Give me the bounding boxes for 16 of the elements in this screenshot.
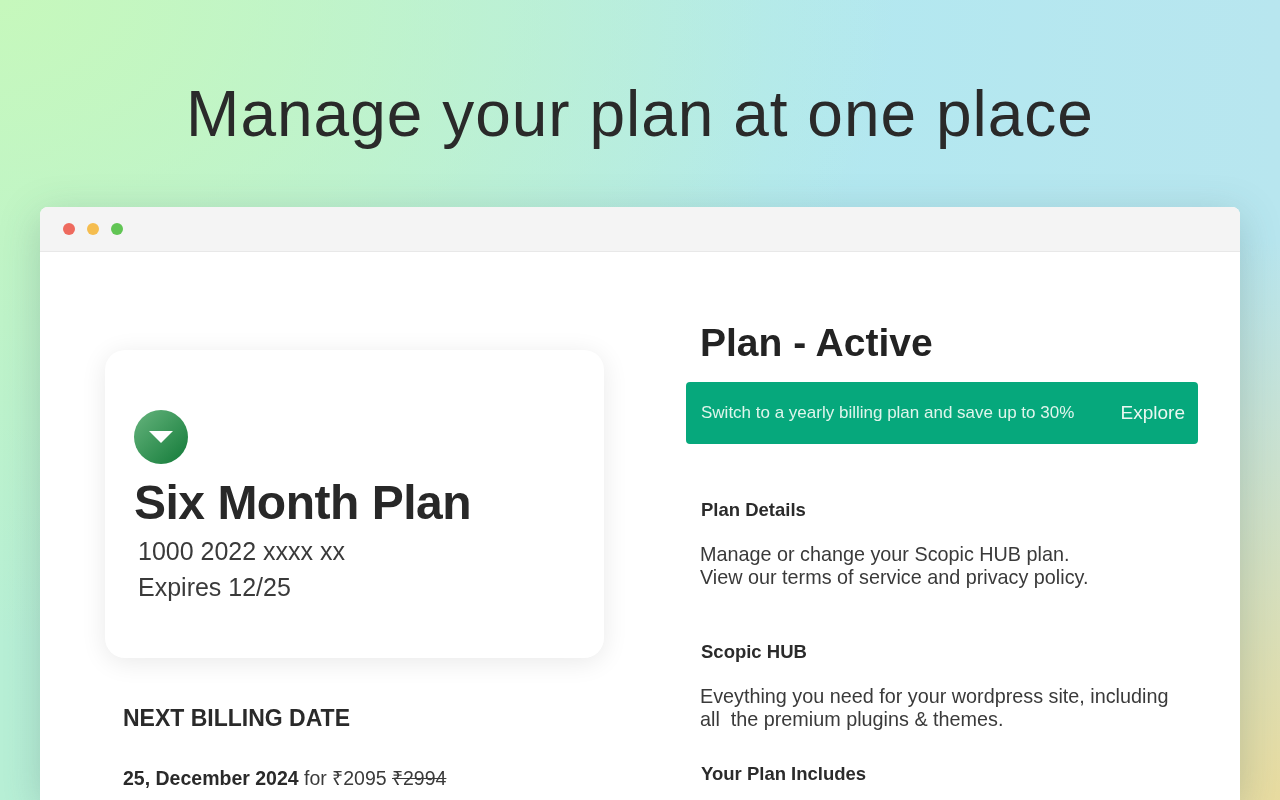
maximize-icon[interactable] — [111, 223, 123, 235]
expiry-date: Expires 12/25 — [138, 572, 292, 603]
card-number: 1000 2022 xxxx xx — [138, 536, 347, 567]
section-text: Manage or change your Scopic HUB plan. View our terms of service and privacy policy. — [700, 543, 1090, 589]
section-heading: Plan Details — [701, 498, 807, 522]
billing-heading: NEXT BILLING DATE — [123, 704, 351, 733]
plan-title: Six Month Plan — [134, 475, 472, 531]
section-text: Eveything you need for your wordpress site, including all the premium plugins & themes. — [700, 685, 1170, 731]
promo-text: Switch to a yearly billing plan and save up to 30% — [701, 402, 1075, 425]
close-icon[interactable] — [63, 223, 75, 235]
plan-status-title: Plan - Active — [700, 320, 934, 366]
explore-link[interactable]: Explore — [1120, 398, 1185, 428]
billing-summary: 25, December 2024 for ₹2095 ₹2994 — [123, 766, 448, 791]
section-heading: Scopic HUB — [701, 640, 808, 664]
minimize-icon[interactable] — [87, 223, 99, 235]
section-heading: Your Plan Includes — [701, 762, 868, 786]
